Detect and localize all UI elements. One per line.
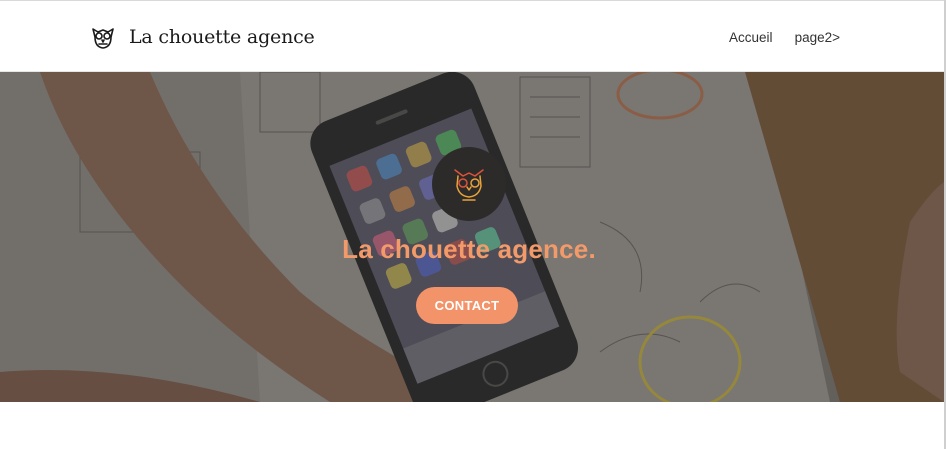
brand-link[interactable]: La chouette agence — [82, 17, 315, 57]
nav-link-accueil[interactable]: Accueil — [729, 30, 773, 45]
hero-title: La chouette agence. — [342, 234, 596, 264]
owl-badge-icon — [432, 147, 506, 221]
brand-name: La chouette agence — [129, 26, 315, 48]
main-nav: Accueil page2> — [729, 30, 840, 45]
hero-section: La chouette agence. CONTACT — [0, 72, 944, 402]
nav-link-page2[interactable]: page2> — [795, 30, 840, 45]
site-header: La chouette agence Accueil page2> — [0, 0, 944, 72]
contact-button[interactable]: CONTACT — [416, 287, 518, 324]
owl-logo-icon — [82, 17, 124, 57]
